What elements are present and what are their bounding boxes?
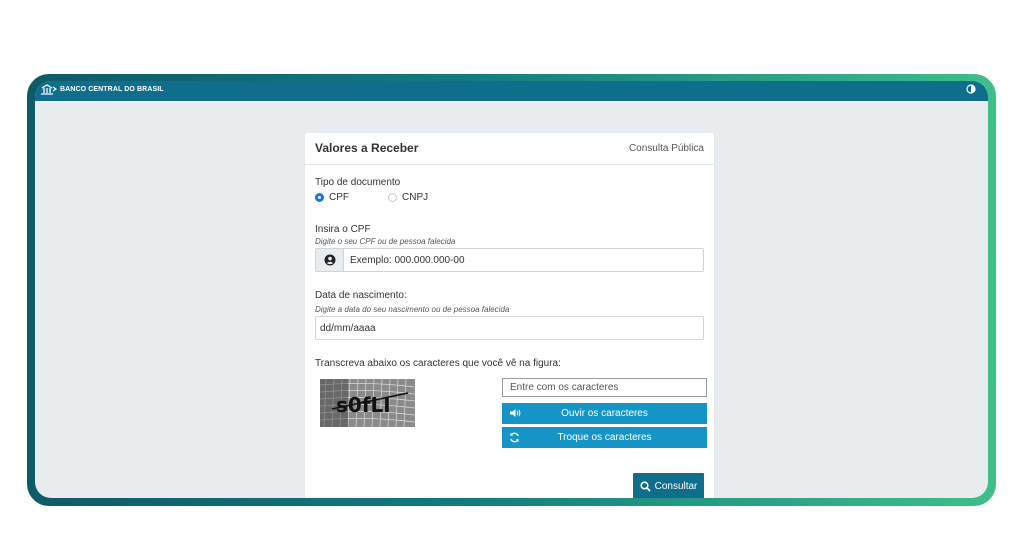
radio-cpf-dot[interactable] — [315, 193, 324, 202]
cpf-label: Insira o CPF — [315, 224, 371, 235]
radio-cnpj-dot[interactable] — [388, 193, 397, 202]
refresh-icon — [510, 432, 519, 443]
captcha-placeholder: Entre com os caracteres — [510, 382, 619, 393]
card-title: Valores a Receber — [315, 141, 419, 155]
search-icon — [640, 480, 651, 492]
refresh-captcha-label: Troque os caracteres — [557, 432, 652, 443]
doc-type-label: Tipo de documento — [315, 177, 401, 188]
captcha-label: Transcreva abaixo os caracteres que você… — [315, 358, 561, 369]
brand-name: BANCO CENTRAL DO BRASIL — [60, 86, 164, 93]
birth-hint: Digite a data do seu nascimento ou de pe… — [315, 305, 510, 314]
card-subtitle: Consulta Pública — [628, 143, 704, 154]
brand-logo[interactable]: BANCO CENTRAL DO BRASIL — [41, 84, 164, 95]
radio-cpf-label: CPF — [329, 192, 349, 203]
listen-captcha-button[interactable]: Ouvir os caracteres — [502, 403, 707, 424]
top-bar: BANCO CENTRAL DO BRASIL — [35, 81, 988, 101]
contrast-icon[interactable] — [966, 84, 976, 94]
form-card: Valores a Receber Consulta Pública Tipo … — [305, 133, 714, 498]
radio-cnpj-label: CNPJ — [402, 192, 429, 203]
consultar-label: Consultar — [654, 480, 698, 492]
consultar-button[interactable]: Consultar — [633, 473, 704, 498]
radio-cpf[interactable]: CPF — [315, 192, 349, 203]
app-window: BANCO CENTRAL DO BRASIL Valores a Recebe… — [35, 81, 988, 498]
captcha-text: s0fLI — [336, 393, 391, 417]
birth-placeholder: dd/mm/aaaa — [320, 323, 376, 334]
user-icon — [316, 249, 344, 271]
birth-date-input[interactable]: dd/mm/aaaa — [315, 316, 704, 340]
captcha-input[interactable]: Entre com os caracteres — [502, 378, 707, 397]
cpf-hint: Digite o seu CPF ou de pessoa falecida — [315, 237, 456, 246]
speaker-icon — [510, 409, 521, 417]
card-header: Valores a Receber Consulta Pública — [305, 133, 714, 165]
listen-captcha-label: Ouvir os caracteres — [561, 408, 648, 419]
birth-label: Data de nascimento: — [315, 290, 407, 301]
refresh-captcha-button[interactable]: Troque os caracteres — [502, 427, 707, 448]
cpf-input[interactable]: Exemplo: 000.000.000-00 — [315, 248, 704, 272]
bcb-logo-icon — [41, 84, 57, 95]
device-frame: BANCO CENTRAL DO BRASIL Valores a Recebe… — [27, 74, 996, 506]
captcha-image: s0fLI — [320, 379, 415, 427]
radio-cnpj[interactable]: CNPJ — [388, 192, 428, 203]
cpf-placeholder: Exemplo: 000.000.000-00 — [350, 255, 465, 266]
